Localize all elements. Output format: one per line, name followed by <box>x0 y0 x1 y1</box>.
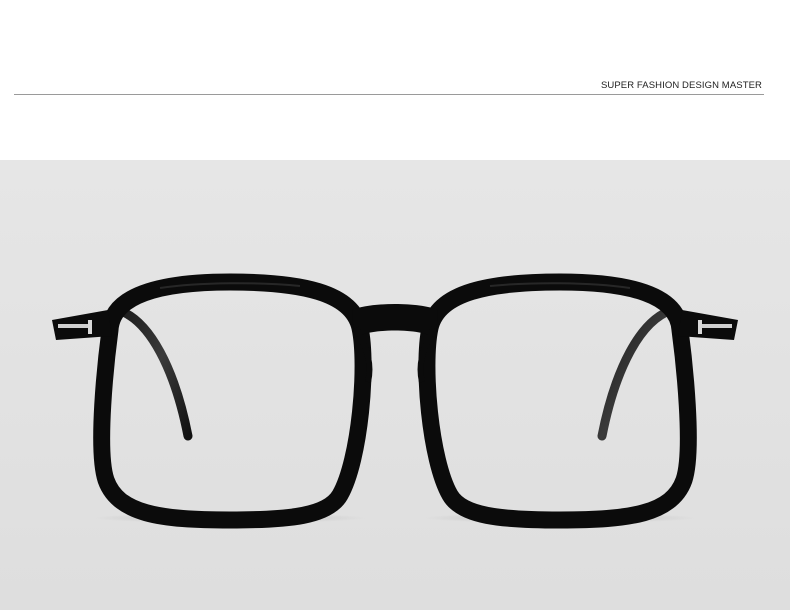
backdrop <box>0 160 790 610</box>
eyeglasses-image <box>0 160 790 610</box>
product-photo <box>0 160 790 610</box>
header-band: SUPER FASHION DESIGN MASTER <box>0 0 790 160</box>
brand-tagline: SUPER FASHION DESIGN MASTER <box>600 80 762 91</box>
product-page: SUPER FASHION DESIGN MASTER <box>0 0 790 610</box>
header-divider <box>14 94 764 95</box>
